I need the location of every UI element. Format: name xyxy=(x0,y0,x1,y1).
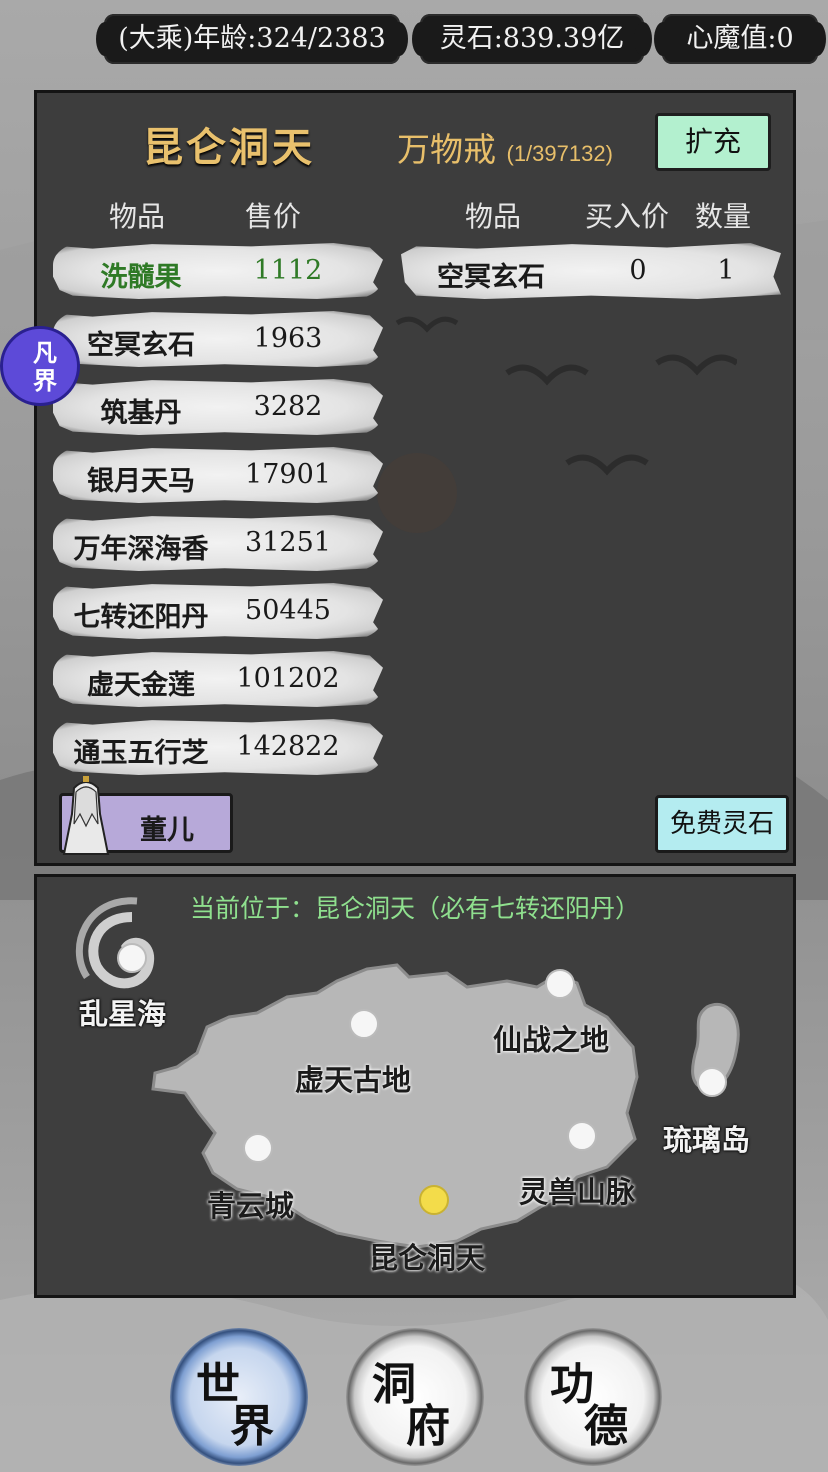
map-label-luanxinghai: 乱星海 xyxy=(79,997,167,1031)
world-map xyxy=(75,897,740,1249)
status-bar: (大乘)年龄:324/2383 灵石:839.39亿 心魔值:0 xyxy=(0,14,828,66)
shop-item-name: 洗髓果 xyxy=(100,262,182,293)
shop-item-row[interactable]: 虚天金莲 101202 xyxy=(53,651,383,707)
map-label-kunlun-dongtian: 昆仑洞天 xyxy=(369,1241,486,1275)
world-map-panel: 当前位于：昆仑洞天（必有七转还阳丹） 乱星海 虚天古地 仙战之地 琉璃岛 青云城… xyxy=(34,874,796,1298)
shop-item-name: 虚天金莲 xyxy=(87,670,195,701)
realm-badge[interactable]: 凡界 xyxy=(0,326,80,406)
shop-item-row[interactable]: 通玉五行芝 142822 xyxy=(53,719,383,775)
shop-location-title: 昆仑洞天 xyxy=(143,124,315,171)
shop-item-name: 筑基丹 xyxy=(100,398,182,429)
map-label-xutian-gudi: 虚天古地 xyxy=(295,1063,412,1097)
shop-item-name: 万年深海香 xyxy=(73,534,209,565)
realm-badge-label: 凡界 xyxy=(33,338,57,395)
map-node-xianzhan-zhidi[interactable] xyxy=(545,969,575,999)
shop-item-row[interactable]: 银月天马 17901 xyxy=(53,447,383,503)
npc-name: 董儿 xyxy=(140,815,194,846)
map-label-xianzhan-zhidi: 仙战之地 xyxy=(493,1023,610,1057)
npc-button[interactable]: 董儿 xyxy=(59,776,233,855)
shop-item-price: 1963 xyxy=(253,323,323,354)
npc-avatar xyxy=(62,776,110,855)
ring-item-name: 空冥玄石 xyxy=(437,262,545,293)
ring-buy-price-header: 买入价 xyxy=(585,200,670,233)
free-spirit-stone-button[interactable]: 免费灵石 xyxy=(655,795,789,853)
shop-item-price: 17901 xyxy=(245,459,331,490)
ring-quantity-header: 数量 xyxy=(695,200,752,233)
map-label-qingyun-cheng: 青云城 xyxy=(207,1189,295,1223)
shop-item-price: 142822 xyxy=(236,731,340,762)
storage-ring-list: 空冥玄石 0 1 xyxy=(401,243,781,299)
shop-item-row[interactable]: 七转还阳丹 50445 xyxy=(53,583,383,639)
nav-merit-char-2: 德 xyxy=(584,1401,628,1452)
bottom-navigation: 世 界 洞 府 功 德 xyxy=(0,1316,828,1472)
flying-birds-decoration xyxy=(377,316,737,533)
map-node-lingshou-shanmai[interactable] xyxy=(567,1121,597,1151)
storage-ring-name: 万物戒 xyxy=(397,130,496,169)
storage-ring-capacity: (1/397132) xyxy=(506,141,613,166)
shop-item-row[interactable]: 筑基丹 3282 xyxy=(53,379,383,435)
ring-item-quantity: 1 xyxy=(717,255,735,286)
shop-item-name: 七转还阳丹 xyxy=(73,602,209,633)
map-node-qingyun-cheng[interactable] xyxy=(243,1133,273,1163)
nav-world-char-2: 界 xyxy=(230,1401,274,1452)
shop-item-price: 101202 xyxy=(236,663,340,694)
sell-price-header: 售价 xyxy=(245,200,302,233)
map-label-liuli-dao: 琉璃岛 xyxy=(663,1123,751,1157)
shop-item-row[interactable]: 万年深海香 31251 xyxy=(53,515,383,571)
nav-world-button[interactable]: 世 界 xyxy=(170,1328,308,1466)
nav-cave-char-2: 府 xyxy=(406,1401,450,1452)
spirit-stone-display: 灵石:839.39亿 xyxy=(412,14,652,64)
shop-item-name: 空冥玄石 xyxy=(87,330,195,361)
shop-item-price: 50445 xyxy=(245,595,331,626)
ring-item-row[interactable]: 空冥玄石 0 1 xyxy=(401,243,781,299)
heart-demon-display: 心魔值:0 xyxy=(654,14,826,64)
map-node-luanxinghai[interactable] xyxy=(117,943,147,973)
sell-item-header: 物品 xyxy=(109,200,166,233)
ring-item-header: 物品 xyxy=(465,200,522,233)
shop-panel: 昆仑洞天 万物戒 (1/397132) 扩充 物品 售价 物品 买入价 数量 洗… xyxy=(34,90,796,866)
nav-merit-button[interactable]: 功 德 xyxy=(524,1328,662,1466)
ring-item-buy-price: 0 xyxy=(629,255,647,286)
shop-item-name: 通玉五行芝 xyxy=(73,738,209,769)
shop-sell-list: 洗髓果 1112 空冥玄石 1963 筑基丹 3282 银月天马 17901 万… xyxy=(53,243,383,787)
shop-item-row[interactable]: 空冥玄石 1963 xyxy=(53,311,383,367)
shop-item-name: 银月天马 xyxy=(87,466,195,497)
expand-button[interactable]: 扩充 xyxy=(655,113,771,171)
map-node-kunlun-dongtian[interactable] xyxy=(419,1185,449,1215)
map-node-liuli-dao[interactable] xyxy=(697,1067,727,1097)
shop-item-price: 3282 xyxy=(253,391,323,422)
map-label-lingshou-shanmai: 灵兽山脉 xyxy=(519,1175,636,1209)
nav-cave-button[interactable]: 洞 府 xyxy=(346,1328,484,1466)
current-location-text: 当前位于：昆仑洞天（必有七转还阳丹） xyxy=(189,894,640,923)
shop-item-row[interactable]: 洗髓果 1112 xyxy=(53,243,383,299)
age-display: (大乘)年龄:324/2383 xyxy=(96,14,408,64)
shop-item-price: 1112 xyxy=(253,255,323,286)
shop-item-price: 31251 xyxy=(245,527,331,558)
storage-ring-title: 万物戒 (1/397132) xyxy=(397,123,613,171)
map-node-xutian-gudi[interactable] xyxy=(349,1009,379,1039)
